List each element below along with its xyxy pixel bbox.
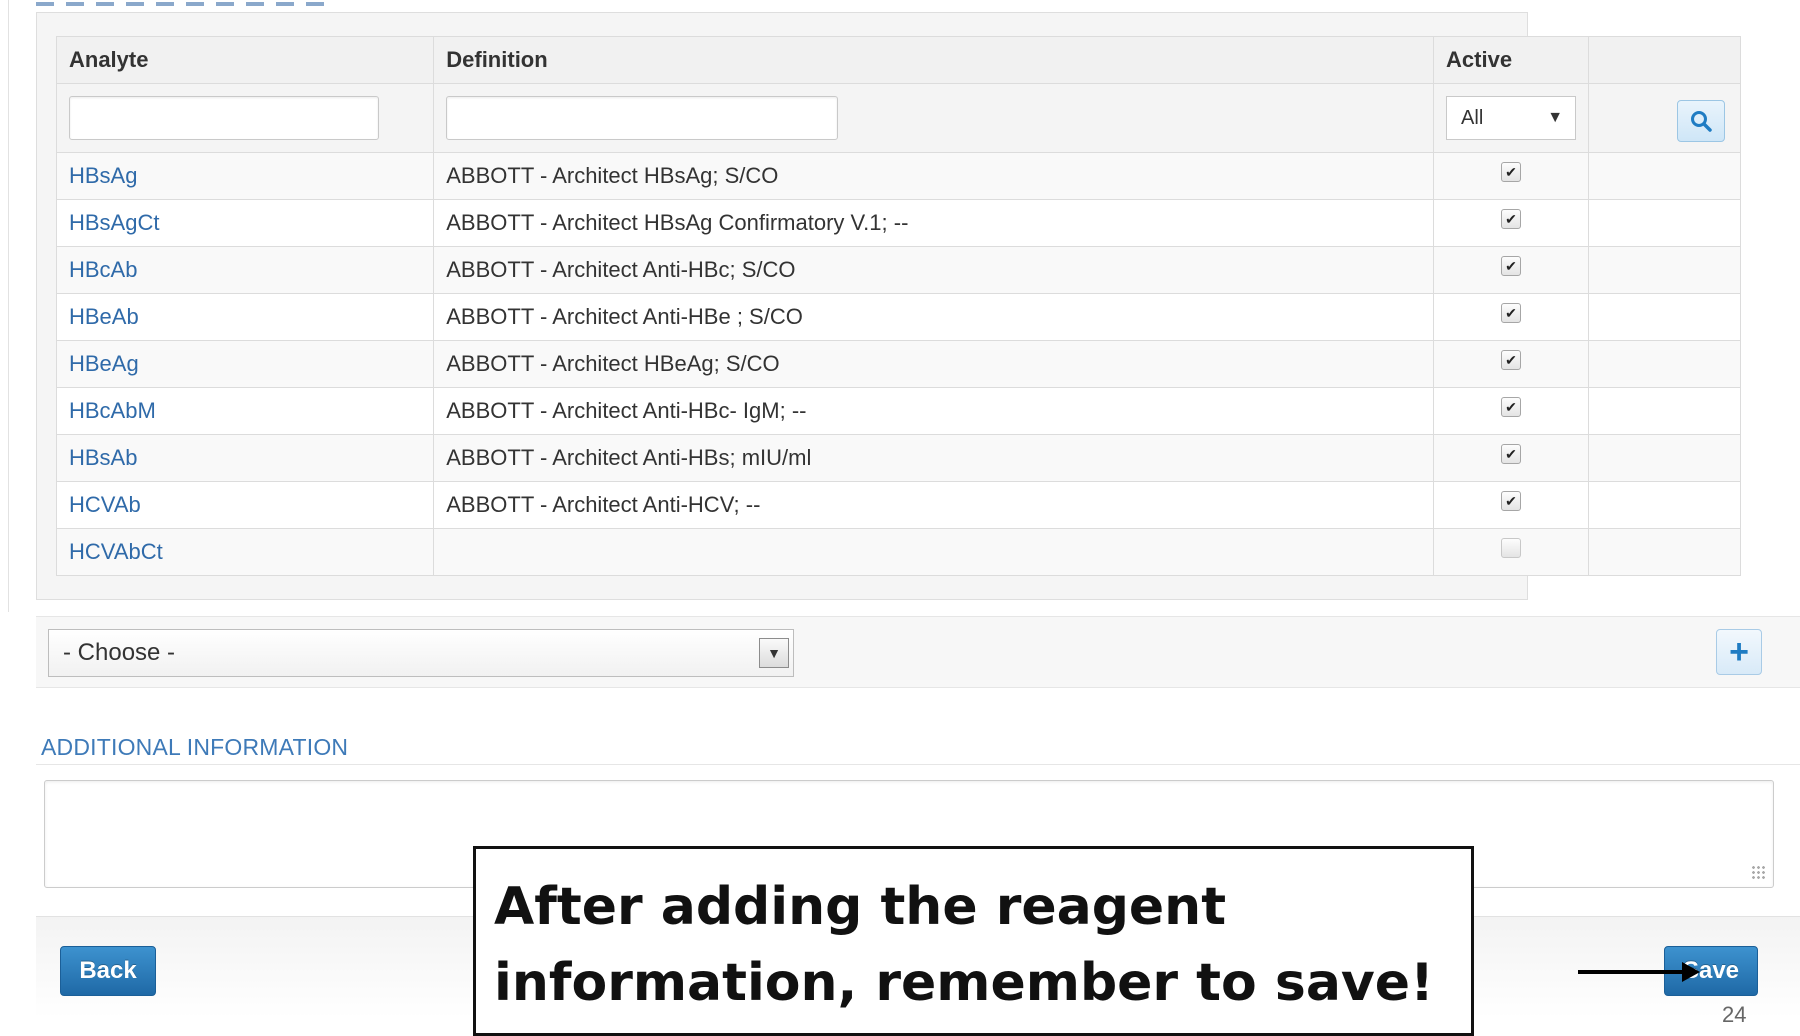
analyte-link[interactable]: HBeAb: [69, 304, 139, 329]
active-checkbox[interactable]: ✔: [1501, 162, 1522, 182]
dropdown-arrow-icon: ▼: [1547, 109, 1564, 126]
actions-cell: [1588, 199, 1741, 247]
definition-cell: ABBOTT - Architect HBsAg; S/CO: [433, 152, 1435, 200]
column-header-definition[interactable]: Definition: [433, 36, 1435, 84]
actions-cell: [1588, 387, 1741, 435]
page-number: 24: [1722, 1002, 1747, 1027]
definition-cell: ABBOTT - Architect Anti-HBe ; S/CO: [433, 293, 1435, 341]
instruction-callout: After adding the reagent information, re…: [473, 846, 1474, 1036]
column-header-actions: [1588, 36, 1741, 84]
search-button[interactable]: [1677, 100, 1726, 142]
actions-cell: [1588, 246, 1741, 294]
analyte-cell: HBsAgCt: [55, 199, 435, 247]
active-checkbox[interactable]: ✔: [1501, 491, 1522, 511]
active-cell: ✔: [1433, 340, 1590, 388]
definition-cell: ABBOTT - Architect HBsAg Confirmatory V.…: [433, 199, 1435, 247]
active-checkbox[interactable]: ✔: [1501, 209, 1522, 229]
analyte-cell: HBeAg: [55, 340, 435, 388]
analyte-table: Analyte Definition Active All ▼ HBsAg AB…: [55, 36, 1741, 576]
table-row: HBcAb ABBOTT - Architect Anti-HBc; S/CO ✔: [55, 246, 1741, 294]
active-filter-select[interactable]: All ▼: [1446, 96, 1577, 140]
table-row: HCVAbCt ✔: [55, 528, 1741, 576]
active-checkbox[interactable]: ✔: [1501, 538, 1522, 558]
back-button[interactable]: Back: [60, 946, 156, 996]
active-cell: ✔: [1433, 387, 1590, 435]
choose-select-value: - Choose -: [63, 639, 176, 666]
analyte-cell: HBcAbM: [55, 387, 435, 435]
actions-cell: [1588, 528, 1741, 576]
add-button[interactable]: +: [1716, 629, 1762, 675]
actions-cell: [1588, 152, 1741, 200]
analyte-filter-input[interactable]: [69, 96, 379, 140]
analyte-cell: HBsAg: [55, 152, 435, 200]
table-row: HBeAb ABBOTT - Architect Anti-HBe ; S/CO ✔: [55, 293, 1741, 341]
analyte-link[interactable]: HBeAg: [69, 351, 139, 376]
arrow-to-save-icon: [1578, 962, 1700, 982]
actions-cell: [1588, 340, 1741, 388]
definition-cell: ABBOTT - Architect Anti-HBc- IgM; --: [433, 387, 1435, 435]
definition-filter-input[interactable]: [446, 96, 839, 140]
table-row: HBeAg ABBOTT - Architect HBeAg; S/CO ✔: [55, 340, 1741, 388]
left-divider: [8, 0, 9, 612]
definition-cell: ABBOTT - Architect HBeAg; S/CO: [433, 340, 1435, 388]
column-header-analyte[interactable]: Analyte: [55, 36, 435, 84]
table-row: HBcAbM ABBOTT - Architect Anti-HBc- IgM; …: [55, 387, 1741, 435]
actions-cell: [1588, 293, 1741, 341]
table-row: HBsAg ABBOTT - Architect HBsAg; S/CO ✔: [55, 152, 1741, 200]
analyte-cell: HBeAb: [55, 293, 435, 341]
filter-row: All ▼: [55, 83, 1741, 153]
analyte-cell: HCVAbCt: [55, 528, 435, 576]
definition-cell: ABBOTT - Architect Anti-HCV; --: [433, 481, 1435, 529]
callout-line-2: information, remember to save!: [494, 953, 1434, 1013]
callout-line-1: After adding the reagent: [494, 877, 1227, 937]
active-cell: ✔: [1433, 481, 1590, 529]
analyte-link[interactable]: HBsAgCt: [69, 210, 159, 235]
select-arrow-icon[interactable]: ▼: [759, 638, 789, 668]
active-cell: ✔: [1433, 293, 1590, 341]
actions-cell: [1588, 434, 1741, 482]
analyte-link[interactable]: HBcAbM: [69, 398, 156, 423]
active-checkbox[interactable]: ✔: [1501, 444, 1522, 464]
resize-grip-icon[interactable]: [1751, 865, 1765, 879]
active-checkbox[interactable]: ✔: [1501, 256, 1522, 276]
active-cell: ✔: [1433, 246, 1590, 294]
top-cropped-text: [36, 0, 456, 10]
search-icon: [1691, 111, 1712, 132]
analyte-link[interactable]: HBsAg: [69, 163, 137, 188]
analyte-cell: HBsAb: [55, 434, 435, 482]
definition-cell: ABBOTT - Architect Anti-HBc; S/CO: [433, 246, 1435, 294]
active-checkbox[interactable]: ✔: [1501, 397, 1522, 417]
actions-cell: [1588, 481, 1741, 529]
active-cell: ✔: [1433, 152, 1590, 200]
section-divider: [36, 764, 1800, 765]
table-row: HBsAgCt ABBOTT - Architect HBsAg Confirma…: [55, 199, 1741, 247]
column-header-active[interactable]: Active: [1433, 36, 1590, 84]
analyte-link[interactable]: HBcAb: [69, 257, 137, 282]
additional-information-title: ADDITIONAL INFORMATION: [41, 734, 349, 760]
analyte-link[interactable]: HCVAbCt: [69, 539, 163, 564]
analyte-choose-select[interactable]: - Choose - ▼: [48, 629, 794, 677]
active-checkbox[interactable]: ✔: [1501, 350, 1522, 370]
table-row: HCVAb ABBOTT - Architect Anti-HCV; -- ✔: [55, 481, 1741, 529]
definition-cell: [433, 528, 1435, 576]
analyte-cell: HBcAb: [55, 246, 435, 294]
active-cell: ✔: [1433, 199, 1590, 247]
active-checkbox[interactable]: ✔: [1501, 303, 1522, 323]
add-analyte-row: - Choose - ▼ +: [36, 616, 1800, 688]
analyte-link[interactable]: HBsAb: [69, 445, 137, 470]
active-cell: ✔: [1433, 434, 1590, 482]
active-filter-value: All: [1461, 106, 1484, 129]
plus-icon: +: [1729, 632, 1749, 671]
table-row: HBsAb ABBOTT - Architect Anti-HBs; mIU/ml…: [55, 434, 1741, 482]
analyte-link[interactable]: HCVAb: [69, 492, 141, 517]
definition-cell: ABBOTT - Architect Anti-HBs; mIU/ml: [433, 434, 1435, 482]
analyte-cell: HCVAb: [55, 481, 435, 529]
active-cell: ✔: [1433, 528, 1590, 576]
